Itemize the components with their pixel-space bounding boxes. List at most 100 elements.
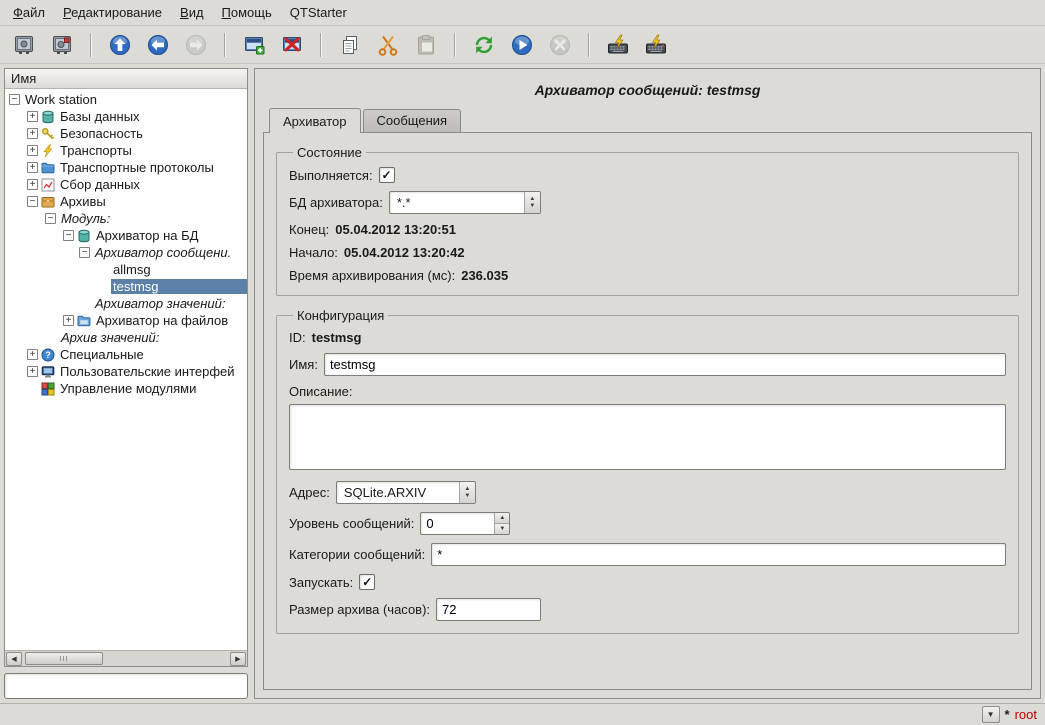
refresh-button[interactable] xyxy=(466,29,502,61)
expander-icon[interactable]: + xyxy=(27,128,38,139)
scroll-right-icon[interactable]: ▶ xyxy=(230,652,246,666)
tree-item-work-station[interactable]: − Work station xyxy=(5,91,247,108)
menu-file[interactable]: Файл xyxy=(4,1,54,24)
tree-column-header[interactable]: Имя xyxy=(5,69,247,89)
message-categories-label: Категории сообщений: xyxy=(289,547,425,562)
expander-icon[interactable]: + xyxy=(27,145,38,156)
go-up-button[interactable] xyxy=(102,29,138,61)
menu-help[interactable]: Помощь xyxy=(213,1,281,24)
clipboard-icon xyxy=(414,33,438,57)
start-label: Запускать: xyxy=(289,575,353,590)
tree-item-allmsg[interactable]: allmsg xyxy=(5,261,247,278)
expander-icon[interactable]: − xyxy=(79,247,90,258)
scroll-left-icon[interactable]: ◀ xyxy=(6,652,22,666)
spin-down-icon[interactable]: ▼ xyxy=(495,523,509,534)
key-icon xyxy=(41,127,55,141)
scrollbar-thumb[interactable] xyxy=(25,652,103,665)
tree-item-user-interfaces[interactable]: + Пользовательские интерфей xyxy=(5,363,247,380)
load-from-db-button[interactable] xyxy=(6,29,42,61)
tree-item-archives[interactable]: − Архивы xyxy=(5,193,247,210)
copy-item-button[interactable] xyxy=(332,29,368,61)
cross-circle-icon xyxy=(548,33,572,57)
tree-item-module-group[interactable]: − Модуль: xyxy=(5,210,247,227)
expander-icon[interactable]: − xyxy=(27,196,38,207)
start-updating-button[interactable] xyxy=(504,29,540,61)
cut-item-button[interactable] xyxy=(370,29,406,61)
arrow-right-circle-icon xyxy=(184,33,208,57)
tree-item-module-management[interactable]: Управление модулями xyxy=(5,380,247,397)
tree-item-value-archive-group[interactable]: Архив значений: xyxy=(5,329,247,346)
expander-icon[interactable]: − xyxy=(45,213,56,224)
tree-item-special[interactable]: + ? Специальные xyxy=(5,346,247,363)
dropdown-arrow-icon: ▼ xyxy=(987,710,995,719)
tab-archiver[interactable]: Архиватор xyxy=(269,108,361,133)
tab-messages[interactable]: Сообщения xyxy=(363,109,462,132)
add-item-button[interactable] xyxy=(236,29,272,61)
tree-view: − Work station + Базы данных + Безопасно… xyxy=(5,89,247,650)
archive-size-input[interactable] xyxy=(436,598,541,621)
page-title: Архиватор сообщений: testmsg xyxy=(263,75,1032,108)
go-back-button[interactable] xyxy=(140,29,176,61)
expander-icon[interactable]: + xyxy=(27,162,38,173)
archiver-db-combobox[interactable]: *.* ▲▼ xyxy=(389,191,541,214)
tree-item-fs-archiver[interactable]: + Архиватор на файлов xyxy=(5,312,247,329)
tree-item-testmsg[interactable]: testmsg xyxy=(5,278,247,295)
tree-item-transports[interactable]: + Транспорты xyxy=(5,142,247,159)
message-level-spinbox[interactable]: ▲▼ xyxy=(420,512,510,535)
archiving-time-label: Время архивирования (мс): xyxy=(289,268,455,283)
state-group-legend: Состояние xyxy=(293,145,366,160)
arrow-up-circle-icon xyxy=(108,33,132,57)
tree-item-databases[interactable]: + Базы данных xyxy=(5,108,247,125)
folder-file-icon xyxy=(77,314,91,328)
tree-item-transport-protocols[interactable]: + Транспортные протоколы xyxy=(5,159,247,176)
address-combobox[interactable]: SQLite.ARXIV ▲▼ xyxy=(336,481,476,504)
paste-item-button[interactable] xyxy=(408,29,444,61)
arrow-left-circle-icon xyxy=(146,33,170,57)
expander-icon[interactable]: − xyxy=(63,230,74,241)
start-checkbox[interactable]: ✓ xyxy=(359,574,375,590)
tree-hscrollbar[interactable]: ◀ ▶ xyxy=(5,650,247,666)
dev-terminal-1-button[interactable] xyxy=(600,29,636,61)
status-dropdown[interactable]: ▼ xyxy=(982,706,1000,723)
go-forward-button[interactable] xyxy=(178,29,214,61)
archiving-time-value: 236.035 xyxy=(461,268,508,283)
address-label: Адрес: xyxy=(289,485,330,500)
box-icon xyxy=(41,195,55,209)
spin-up-icon[interactable]: ▲ xyxy=(495,513,509,523)
expander-icon[interactable]: + xyxy=(27,111,38,122)
modified-indicator: * xyxy=(1005,707,1010,722)
menu-qtstarter[interactable]: QTStarter xyxy=(281,1,356,24)
running-label: Выполняется: xyxy=(289,168,373,183)
delete-item-button[interactable] xyxy=(274,29,310,61)
menu-edit[interactable]: Редактирование xyxy=(54,1,171,24)
message-level-input[interactable] xyxy=(421,513,494,534)
scrollbar-track[interactable] xyxy=(23,652,229,666)
play-circle-icon xyxy=(510,33,534,57)
description-textarea[interactable] xyxy=(289,404,1006,470)
save-to-db-button[interactable] xyxy=(44,29,80,61)
combo-arrows-icon[interactable]: ▲▼ xyxy=(459,482,475,503)
tree-item-value-archivers-group[interactable]: Архиватор значений: xyxy=(5,295,247,312)
message-level-label: Уровень сообщений: xyxy=(289,516,414,531)
menu-view[interactable]: Вид xyxy=(171,1,213,24)
expander-icon[interactable]: + xyxy=(27,349,38,360)
tree-filter-input[interactable] xyxy=(4,673,248,699)
copy-pages-icon xyxy=(338,33,362,57)
tree-item-security[interactable]: + Безопасность xyxy=(5,125,247,142)
stop-updating-button[interactable] xyxy=(542,29,578,61)
current-user[interactable]: root xyxy=(1015,707,1037,722)
toolbar xyxy=(0,26,1045,64)
running-checkbox[interactable]: ✓ xyxy=(379,167,395,183)
dev-terminal-2-button[interactable] xyxy=(638,29,674,61)
expander-icon[interactable]: + xyxy=(27,366,38,377)
tree-item-data-acquisition[interactable]: + Сбор данных xyxy=(5,176,247,193)
expander-icon[interactable]: + xyxy=(63,315,74,326)
expander-icon[interactable]: + xyxy=(27,179,38,190)
combo-arrows-icon[interactable]: ▲▼ xyxy=(524,192,540,213)
name-input[interactable] xyxy=(324,353,1006,376)
modules-icon xyxy=(41,382,55,396)
tree-item-message-archivers-group[interactable]: − Архиватор сообщени. xyxy=(5,244,247,261)
expander-icon[interactable]: − xyxy=(9,94,20,105)
tree-item-db-archiver[interactable]: − Архиватор на БД xyxy=(5,227,247,244)
message-categories-input[interactable] xyxy=(431,543,1006,566)
